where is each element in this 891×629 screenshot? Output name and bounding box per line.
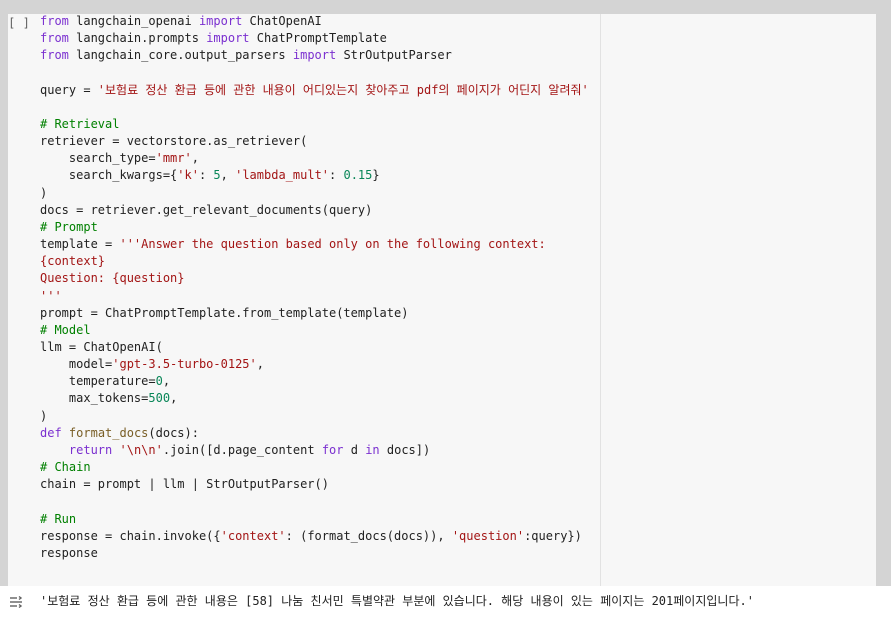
code-line: retriever = vectorstore.as_retriever(	[40, 134, 308, 149]
code-line: prompt = ChatPromptTemplate.from_templat…	[40, 305, 409, 320]
code-line: # Retrieval	[40, 116, 120, 131]
output-text: '보험료 정산 환급 등에 관한 내용은 [58] 나눔 친서민 특별약관 부분…	[40, 594, 754, 608]
code-line: from langchain_core.output_parsers impor…	[40, 48, 452, 63]
code-line: def format_docs(docs):	[40, 425, 199, 440]
code-line: temperature=0,	[40, 374, 171, 389]
code-line: )	[40, 408, 48, 423]
code-line: search_kwargs={'k': 5, 'lambda_mult': 0.…	[40, 168, 380, 183]
code-line: llm = ChatOpenAI(	[40, 339, 163, 354]
cell-output: '보험료 정산 환급 등에 관한 내용은 [58] 나눔 친서민 특별약관 부분…	[0, 586, 891, 629]
code-line: search_type='mmr',	[40, 151, 199, 166]
code-editor[interactable]: from langchain_openai import ChatOpenAI …	[40, 13, 589, 562]
code-line: max_tokens=500,	[40, 391, 178, 406]
code-line: # Chain	[40, 460, 91, 475]
code-line: '''	[40, 288, 62, 303]
code-line: # Model	[40, 322, 91, 337]
code-line: from langchain_openai import ChatOpenAI	[40, 14, 322, 28]
code-line: model='gpt-3.5-turbo-0125',	[40, 357, 264, 372]
code-line: query = '보험료 정산 환급 등에 관한 내용이 어디있는지 찾아주고 …	[40, 82, 589, 97]
code-line: response	[40, 545, 98, 560]
output-settings-icon[interactable]	[8, 594, 24, 610]
code-line: chain = prompt | llm | StrOutputParser()	[40, 477, 329, 492]
code-line: # Prompt	[40, 219, 98, 234]
code-line: from langchain.prompts import ChatPrompt…	[40, 31, 387, 46]
code-line: template = '''Answer the question based …	[40, 237, 546, 252]
code-line: response = chain.invoke({'context': (for…	[40, 528, 582, 543]
code-line: docs = retriever.get_relevant_documents(…	[40, 202, 373, 217]
code-line: Question: {question}	[40, 271, 185, 286]
line-length-ruler	[600, 14, 601, 586]
code-line: )	[40, 185, 48, 200]
code-line: {context}	[40, 254, 106, 269]
run-cell-button[interactable]: [ ]	[8, 14, 30, 32]
code-cell[interactable]: [ ] from langchain_openai import ChatOpe…	[8, 14, 876, 586]
code-line: return '\n\n'.join([d.page_content for d…	[68, 442, 431, 457]
code-line: # Run	[40, 511, 77, 526]
